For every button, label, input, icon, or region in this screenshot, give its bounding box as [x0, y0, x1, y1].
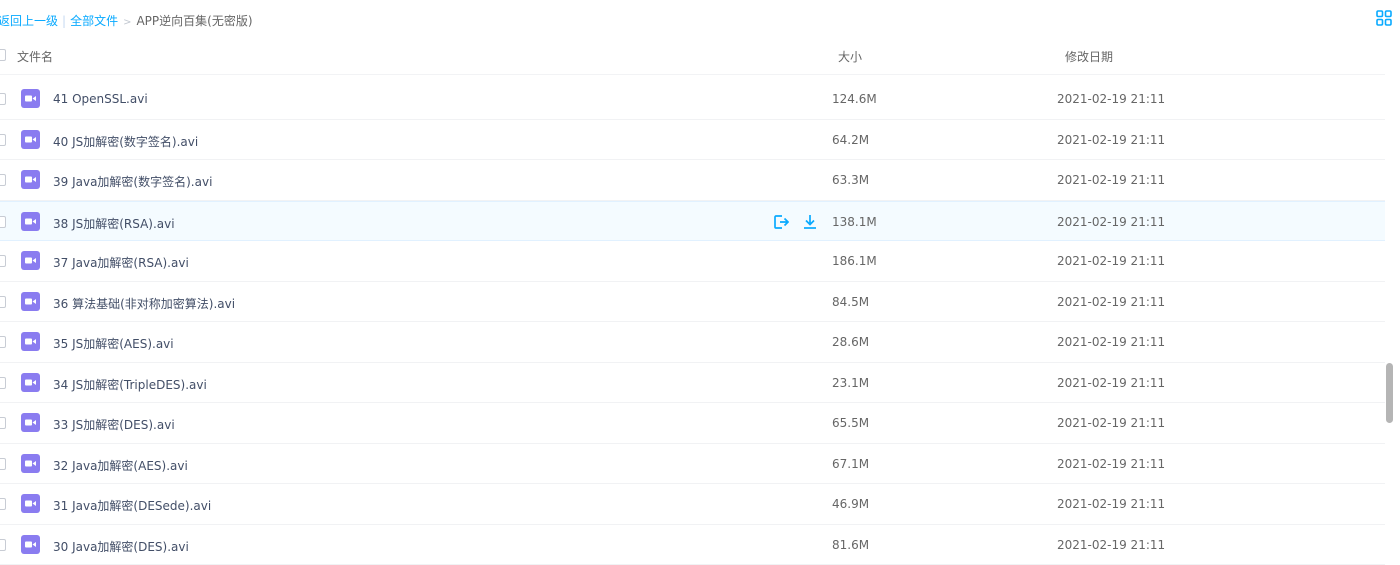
- file-date: 2021-02-19 21:11: [1057, 133, 1165, 147]
- file-name[interactable]: 31 Java加解密(DESede).avi: [53, 497, 211, 514]
- file-size: 67.1M: [832, 457, 869, 471]
- file-name[interactable]: 32 Java加解密(AES).avi: [53, 457, 188, 474]
- file-name[interactable]: 33 JS加解密(DES).avi: [53, 416, 175, 433]
- file-name[interactable]: 36 算法基础(非对称加密算法).avi: [53, 295, 235, 312]
- table-row[interactable]: 37 Java加解密(RSA).avi 186.1M 2021-02-19 21…: [0, 241, 1385, 282]
- file-size: 28.6M: [832, 335, 869, 349]
- row-actions: [773, 214, 827, 233]
- video-file-icon[interactable]: [21, 89, 40, 108]
- file-date: 2021-02-19 21:11: [1057, 457, 1165, 471]
- video-file-icon[interactable]: [21, 535, 40, 554]
- file-size: 138.1M: [832, 215, 877, 229]
- row-checkbox[interactable]: [0, 417, 6, 429]
- breadcrumb-separator: |: [62, 14, 66, 28]
- file-date: 2021-02-19 21:11: [1057, 538, 1165, 552]
- file-date: 2021-02-19 21:11: [1057, 497, 1165, 511]
- file-list: 41 OpenSSL.avi 124.6M 2021-02-19 21:11 4…: [0, 79, 1385, 565]
- row-checkbox[interactable]: [0, 377, 6, 389]
- select-all-checkbox[interactable]: [0, 49, 6, 61]
- top-bar: 返回上一级 | 全部文件 > APP逆向百集(无密版): [0, 0, 1400, 38]
- row-checkbox[interactable]: [0, 255, 6, 267]
- table-row[interactable]: 33 JS加解密(DES).avi 65.5M 2021-02-19 21:11: [0, 403, 1385, 444]
- file-name[interactable]: 38 JS加解密(RSA).avi: [53, 215, 175, 232]
- row-checkbox[interactable]: [0, 336, 6, 348]
- table-row[interactable]: 31 Java加解密(DESede).avi 46.9M 2021-02-19 …: [0, 484, 1385, 525]
- video-file-icon[interactable]: [21, 494, 40, 513]
- table-row[interactable]: 34 JS加解密(TripleDES).avi 23.1M 2021-02-19…: [0, 363, 1385, 404]
- vertical-scrollbar[interactable]: [1386, 363, 1393, 423]
- file-name[interactable]: 37 Java加解密(RSA).avi: [53, 254, 189, 271]
- file-size: 124.6M: [832, 92, 877, 106]
- video-file-icon[interactable]: [21, 130, 40, 149]
- video-file-icon[interactable]: [21, 373, 40, 392]
- video-file-icon[interactable]: [21, 170, 40, 189]
- file-name[interactable]: 40 JS加解密(数字签名).avi: [53, 133, 198, 150]
- grid-view-icon[interactable]: [1376, 10, 1392, 26]
- file-date: 2021-02-19 21:11: [1057, 416, 1165, 430]
- row-checkbox[interactable]: [0, 93, 6, 105]
- table-row-hovered[interactable]: 38 JS加解密(RSA).avi 138.1M 2021-02-19 21:1…: [0, 201, 1385, 242]
- column-name[interactable]: 文件名: [17, 48, 53, 65]
- file-size: 81.6M: [832, 538, 869, 552]
- table-row[interactable]: 39 Java加解密(数字签名).avi 63.3M 2021-02-19 21…: [0, 160, 1385, 201]
- file-date: 2021-02-19 21:11: [1057, 215, 1165, 229]
- video-file-icon[interactable]: [21, 332, 40, 351]
- file-date: 2021-02-19 21:11: [1057, 173, 1165, 187]
- row-checkbox[interactable]: [0, 458, 6, 470]
- video-file-icon[interactable]: [21, 251, 40, 270]
- download-icon[interactable]: [802, 214, 818, 230]
- row-checkbox[interactable]: [0, 539, 6, 551]
- file-date: 2021-02-19 21:11: [1057, 376, 1165, 390]
- file-date: 2021-02-19 21:11: [1057, 254, 1165, 268]
- file-size: 63.3M: [832, 173, 869, 187]
- file-name[interactable]: 41 OpenSSL.avi: [53, 92, 148, 106]
- row-checkbox[interactable]: [0, 174, 6, 186]
- video-file-icon[interactable]: [21, 454, 40, 473]
- video-file-icon[interactable]: [21, 413, 40, 432]
- table-row[interactable]: 36 算法基础(非对称加密算法).avi 84.5M 2021-02-19 21…: [0, 282, 1385, 323]
- file-size: 65.5M: [832, 416, 869, 430]
- file-name[interactable]: 35 JS加解密(AES).avi: [53, 335, 174, 352]
- row-checkbox[interactable]: [0, 216, 6, 228]
- row-checkbox[interactable]: [0, 498, 6, 510]
- video-file-icon[interactable]: [21, 292, 40, 311]
- table-row[interactable]: 32 Java加解密(AES).avi 67.1M 2021-02-19 21:…: [0, 444, 1385, 485]
- file-name[interactable]: 34 JS加解密(TripleDES).avi: [53, 376, 207, 393]
- file-date: 2021-02-19 21:11: [1057, 335, 1165, 349]
- column-modified[interactable]: 修改日期: [1065, 48, 1113, 65]
- file-size: 23.1M: [832, 376, 869, 390]
- table-row[interactable]: 35 JS加解密(AES).avi 28.6M 2021-02-19 21:11: [0, 322, 1385, 363]
- all-files-link[interactable]: 全部文件: [70, 14, 118, 28]
- file-size: 186.1M: [832, 254, 877, 268]
- table-row[interactable]: 40 JS加解密(数字签名).avi 64.2M 2021-02-19 21:1…: [0, 120, 1385, 161]
- video-file-icon[interactable]: [21, 212, 40, 231]
- file-size: 46.9M: [832, 497, 869, 511]
- row-checkbox[interactable]: [0, 296, 6, 308]
- file-size: 64.2M: [832, 133, 869, 147]
- back-link[interactable]: 返回上一级: [0, 14, 58, 28]
- row-checkbox[interactable]: [0, 134, 6, 146]
- chevron-right-icon: >: [123, 17, 131, 28]
- share-icon[interactable]: [773, 214, 789, 230]
- current-folder: APP逆向百集(无密版): [136, 14, 252, 28]
- table-header: 文件名 大小 修改日期: [0, 38, 1385, 75]
- file-date: 2021-02-19 21:11: [1057, 295, 1165, 309]
- file-name[interactable]: 30 Java加解密(DES).avi: [53, 538, 189, 555]
- breadcrumb: 返回上一级 | 全部文件 > APP逆向百集(无密版): [0, 12, 253, 29]
- column-size[interactable]: 大小: [838, 48, 862, 65]
- file-size: 84.5M: [832, 295, 869, 309]
- file-date: 2021-02-19 21:11: [1057, 92, 1165, 106]
- table-row[interactable]: 41 OpenSSL.avi 124.6M 2021-02-19 21:11: [0, 79, 1385, 120]
- file-name[interactable]: 39 Java加解密(数字签名).avi: [53, 173, 212, 190]
- table-row[interactable]: 30 Java加解密(DES).avi 81.6M 2021-02-19 21:…: [0, 525, 1385, 565]
